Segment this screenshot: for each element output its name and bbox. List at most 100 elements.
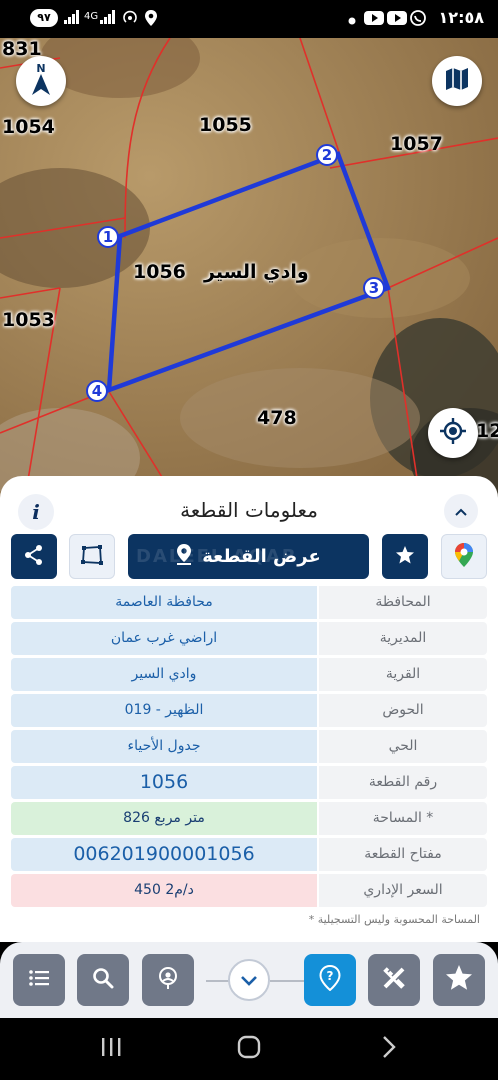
table-row: السعر الإداري 450 د/م2: [11, 874, 487, 907]
vertex-marker-1[interactable]: 1: [97, 226, 119, 248]
map-layers-icon: [444, 66, 470, 96]
panel-header: i معلومات القطعة: [0, 484, 498, 534]
table-row: القرية وادي السير: [11, 658, 487, 691]
polygon-icon: [80, 544, 104, 570]
row-value: 1056: [11, 766, 317, 799]
collapse-panel-button[interactable]: [444, 494, 478, 528]
measure-button[interactable]: [368, 954, 420, 1006]
map-pin-icon: [157, 966, 179, 994]
svg-text:?: ?: [327, 969, 334, 983]
panel-title: معلومات القطعة: [180, 498, 318, 522]
chevron-down-icon: [240, 971, 258, 990]
parcel-label-1054: 1054: [2, 116, 55, 138]
row-value: 450 د/م2: [11, 874, 317, 907]
location-icon: [144, 10, 158, 30]
svg-text:N: N: [36, 62, 45, 75]
row-label: القرية: [319, 658, 487, 691]
row-value: وادي السير: [11, 658, 317, 691]
map-layers-button[interactable]: [432, 56, 482, 106]
dot-icon: [348, 14, 356, 29]
row-label: رقم القطعة: [319, 766, 487, 799]
row-value: اراضي غرب عمان: [11, 622, 317, 655]
location-question-icon: ?: [319, 964, 341, 995]
locate-button[interactable]: [428, 408, 478, 458]
vertex-marker-3[interactable]: 3: [363, 277, 385, 299]
table-row: مفتاح القطعة 006201900001056: [11, 838, 487, 871]
hotspot-icon: [122, 10, 138, 30]
status-bar: ٩٧ 4G ١٢:٥٨: [0, 0, 498, 38]
table-row: المديرية اراضي غرب عمان: [11, 622, 487, 655]
show-parcel-watermark: DALEEL AQAR: [136, 546, 298, 567]
toolbar-divider-right: [270, 980, 304, 982]
back-button[interactable]: [374, 1036, 404, 1062]
whatsapp-icon: [410, 10, 426, 30]
toolbar-divider-left: [206, 980, 230, 982]
row-value: 006201900001056: [11, 838, 317, 871]
recent-apps-button[interactable]: [96, 1036, 126, 1062]
youtube-2-icon: [387, 10, 407, 30]
vertex-marker-2[interactable]: 2: [316, 144, 338, 166]
bottom-toolbar: ?: [0, 942, 498, 1018]
parcel-label-478: 478: [257, 407, 297, 429]
search-icon: [92, 967, 114, 993]
signal-icon: [64, 10, 80, 28]
location-query-button[interactable]: ?: [304, 954, 356, 1006]
table-row: الحي جدول الأحياء: [11, 730, 487, 763]
compass-icon: N: [26, 61, 56, 101]
google-maps-button[interactable]: [441, 534, 487, 579]
ruler-pencil-icon: [381, 965, 407, 995]
parcel-label-1055: 1055: [199, 114, 252, 136]
expand-toolbar-button[interactable]: [228, 959, 270, 1001]
row-value: جدول الأحياء: [11, 730, 317, 763]
share-button[interactable]: [11, 534, 57, 579]
row-label: السعر الإداري: [319, 874, 487, 907]
favorite-button[interactable]: [382, 534, 428, 579]
table-row: رقم القطعة 1056: [11, 766, 487, 799]
row-label: المحافظة: [319, 586, 487, 619]
favorites-button[interactable]: [433, 954, 485, 1006]
row-value: 826 متر مربع: [11, 802, 317, 835]
google-maps-icon: [454, 542, 474, 572]
parcel-shape-button[interactable]: [69, 534, 115, 579]
locate-icon: [439, 417, 467, 449]
star-badge-icon: [394, 544, 416, 570]
home-button[interactable]: [234, 1035, 264, 1063]
battery-indicator: ٩٧: [30, 9, 58, 27]
clock: ١٢:٥٨: [438, 8, 484, 27]
back-icon: [381, 1035, 397, 1063]
table-row: الحوض الظهير - 019: [11, 694, 487, 727]
parcel-label-12: 12: [476, 420, 498, 442]
row-label: المساحة *: [319, 802, 487, 835]
map-view[interactable]: 831 1054 1055 1057 1056 وادي السير 1053 …: [0, 38, 498, 498]
row-value: محافظة العاصمة: [11, 586, 317, 619]
system-nav-bar: [0, 1018, 498, 1080]
table-row: المساحة * 826 متر مربع: [11, 802, 487, 835]
table-row: المحافظة محافظة العاصمة: [11, 586, 487, 619]
vertex-marker-4[interactable]: 4: [86, 380, 108, 402]
area-footnote: * المساحة المحسوبة وليس التسجيلية: [308, 913, 480, 926]
row-label: الحوض: [319, 694, 487, 727]
list-icon: [28, 969, 50, 991]
recent-apps-icon: [100, 1037, 122, 1061]
area-name-label: وادي السير: [204, 261, 309, 283]
nearby-button[interactable]: [142, 954, 194, 1006]
share-icon: [23, 544, 45, 570]
parcel-info-panel: i معلومات القطعة DALEEL AQAR عرض القطعة: [0, 476, 498, 942]
parcel-label-1057: 1057: [390, 133, 443, 155]
youtube-icon: [364, 10, 384, 30]
search-button[interactable]: [77, 954, 129, 1006]
signal-2-icon: [100, 10, 116, 28]
home-icon: [237, 1035, 261, 1063]
network-type-label: 4G: [84, 11, 99, 22]
star-icon: [444, 963, 474, 997]
row-label: الحي: [319, 730, 487, 763]
compass-button[interactable]: N: [16, 56, 66, 106]
list-button[interactable]: [13, 954, 65, 1006]
parcel-label-1053: 1053: [2, 309, 55, 331]
row-label: مفتاح القطعة: [319, 838, 487, 871]
parcel-label-1056: 1056: [133, 261, 186, 283]
row-label: المديرية: [319, 622, 487, 655]
show-parcel-button[interactable]: DALEEL AQAR عرض القطعة: [128, 534, 369, 579]
row-value: الظهير - 019: [11, 694, 317, 727]
chevron-up-icon: [454, 502, 468, 521]
